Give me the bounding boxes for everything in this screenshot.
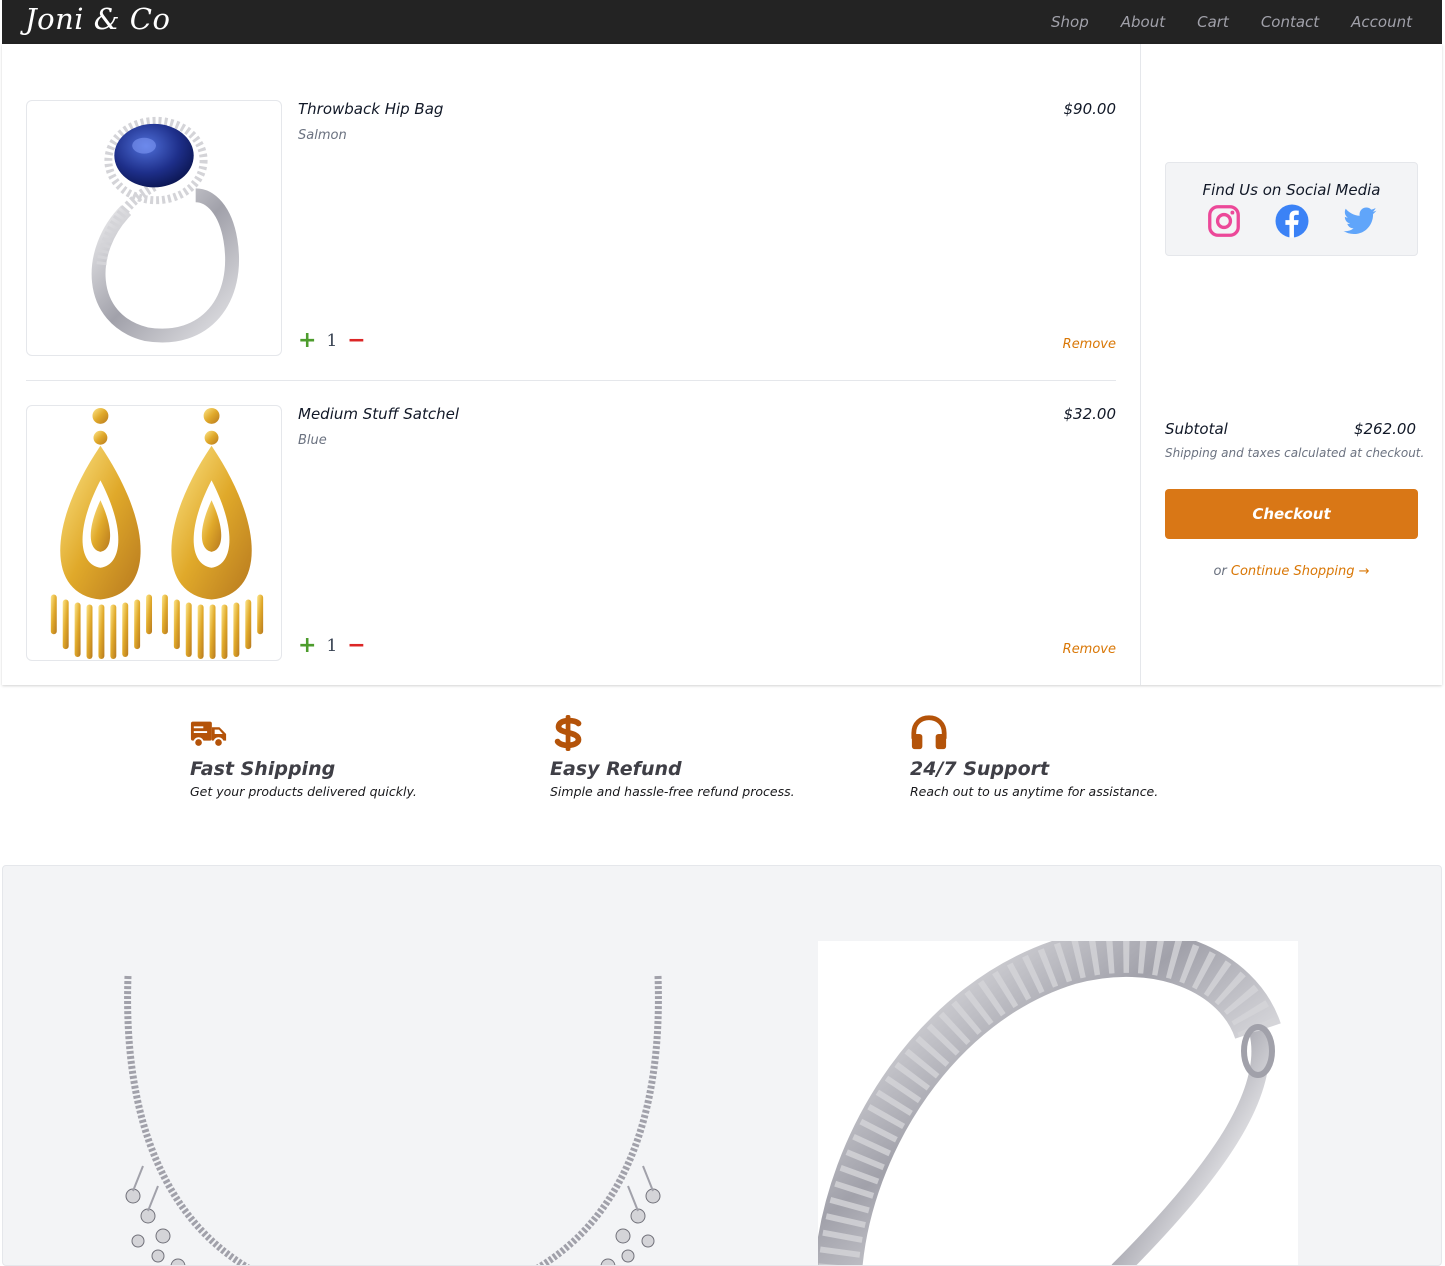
facebook-icon[interactable] <box>1274 203 1310 239</box>
cart-item: Throwback Hip Bag Salmon $90.00 + 1 − Re… <box>26 100 1116 356</box>
nav-about-link[interactable]: About <box>1121 13 1165 31</box>
minus-icon[interactable]: − <box>347 330 365 352</box>
item-name[interactable]: Medium Stuff Satchel <box>298 405 459 423</box>
quantity-value: 1 <box>326 331 338 351</box>
quantity-stepper: + 1 − <box>298 635 366 657</box>
shipping-note: Shipping and taxes calculated at checkou… <box>1165 446 1425 460</box>
nav-cart-link[interactable]: Cart <box>1197 13 1229 31</box>
social-title: Find Us on Social Media <box>1202 181 1381 199</box>
dollar-icon <box>554 714 582 752</box>
subtotal-value: $262.00 <box>1353 420 1416 438</box>
item-price: $32.00 <box>1063 405 1117 423</box>
remove-button[interactable]: Remove <box>1063 337 1116 352</box>
feature-support: 24/7 Support Reach out to us anytime for… <box>910 714 1240 799</box>
sidebar-divider <box>1140 44 1141 685</box>
headphones-icon <box>911 715 947 750</box>
feature-description: Get your products delivered quickly. <box>190 784 417 799</box>
social-media-box: Find Us on Social Media <box>1165 162 1418 256</box>
item-name[interactable]: Throwback Hip Bag <box>298 100 443 118</box>
nav-shop-link[interactable]: Shop <box>1051 13 1089 31</box>
silver-bangle-image[interactable] <box>818 941 1298 1266</box>
plus-icon[interactable]: + <box>298 330 316 352</box>
top-navbar: Joni & Co Shop About Cart Contact Accoun… <box>2 0 1442 44</box>
checkout-button[interactable]: Checkout <box>1165 489 1418 539</box>
instagram-icon[interactable] <box>1206 203 1242 239</box>
subtotal-label: Subtotal <box>1165 420 1228 438</box>
or-label: or <box>1213 564 1227 579</box>
feature-title: Fast Shipping <box>190 758 336 780</box>
feature-title: Easy Refund <box>550 758 682 780</box>
twitter-icon[interactable] <box>1342 203 1378 239</box>
cart-item: Medium Stuff Satchel Blue $32.00 + 1 − R… <box>26 405 1116 661</box>
cart-panel: Throwback Hip Bag Salmon $90.00 + 1 − Re… <box>2 44 1442 685</box>
feature-description: Simple and hassle-free refund process. <box>550 784 795 799</box>
feature-fast-shipping: Fast Shipping Get your products delivere… <box>190 714 520 799</box>
truck-icon <box>190 721 227 748</box>
sapphire-ring-image[interactable] <box>26 100 282 356</box>
gold-earrings-image[interactable] <box>26 405 282 661</box>
continue-shopping-row: or Continue Shopping → <box>1165 564 1418 579</box>
continue-shopping-link[interactable]: Continue Shopping → <box>1231 564 1370 579</box>
quantity-value: 1 <box>326 636 338 656</box>
item-variant: Blue <box>298 433 327 448</box>
item-divider <box>26 380 1116 381</box>
brand-logo[interactable]: Joni & Co <box>25 2 170 36</box>
nav-contact-link[interactable]: Contact <box>1261 13 1319 31</box>
remove-button[interactable]: Remove <box>1063 642 1116 657</box>
nav-account-link[interactable]: Account <box>1351 13 1412 31</box>
plus-icon[interactable]: + <box>298 635 316 657</box>
diamond-necklace-image[interactable] <box>103 966 683 1266</box>
feature-easy-refund: Easy Refund Simple and hassle-free refun… <box>550 714 880 799</box>
item-variant: Salmon <box>298 128 347 143</box>
feature-description: Reach out to us anytime for assistance. <box>910 784 1159 799</box>
nav-links: Shop About Cart Contact Account <box>1019 0 1412 44</box>
item-price: $90.00 <box>1063 100 1117 118</box>
minus-icon[interactable]: − <box>347 635 365 657</box>
quantity-stepper: + 1 − <box>298 330 366 352</box>
social-icons <box>1166 203 1417 239</box>
features-row: Fast Shipping Get your products delivere… <box>0 714 1445 824</box>
product-gallery <box>2 865 1442 1266</box>
feature-title: 24/7 Support <box>910 758 1050 780</box>
